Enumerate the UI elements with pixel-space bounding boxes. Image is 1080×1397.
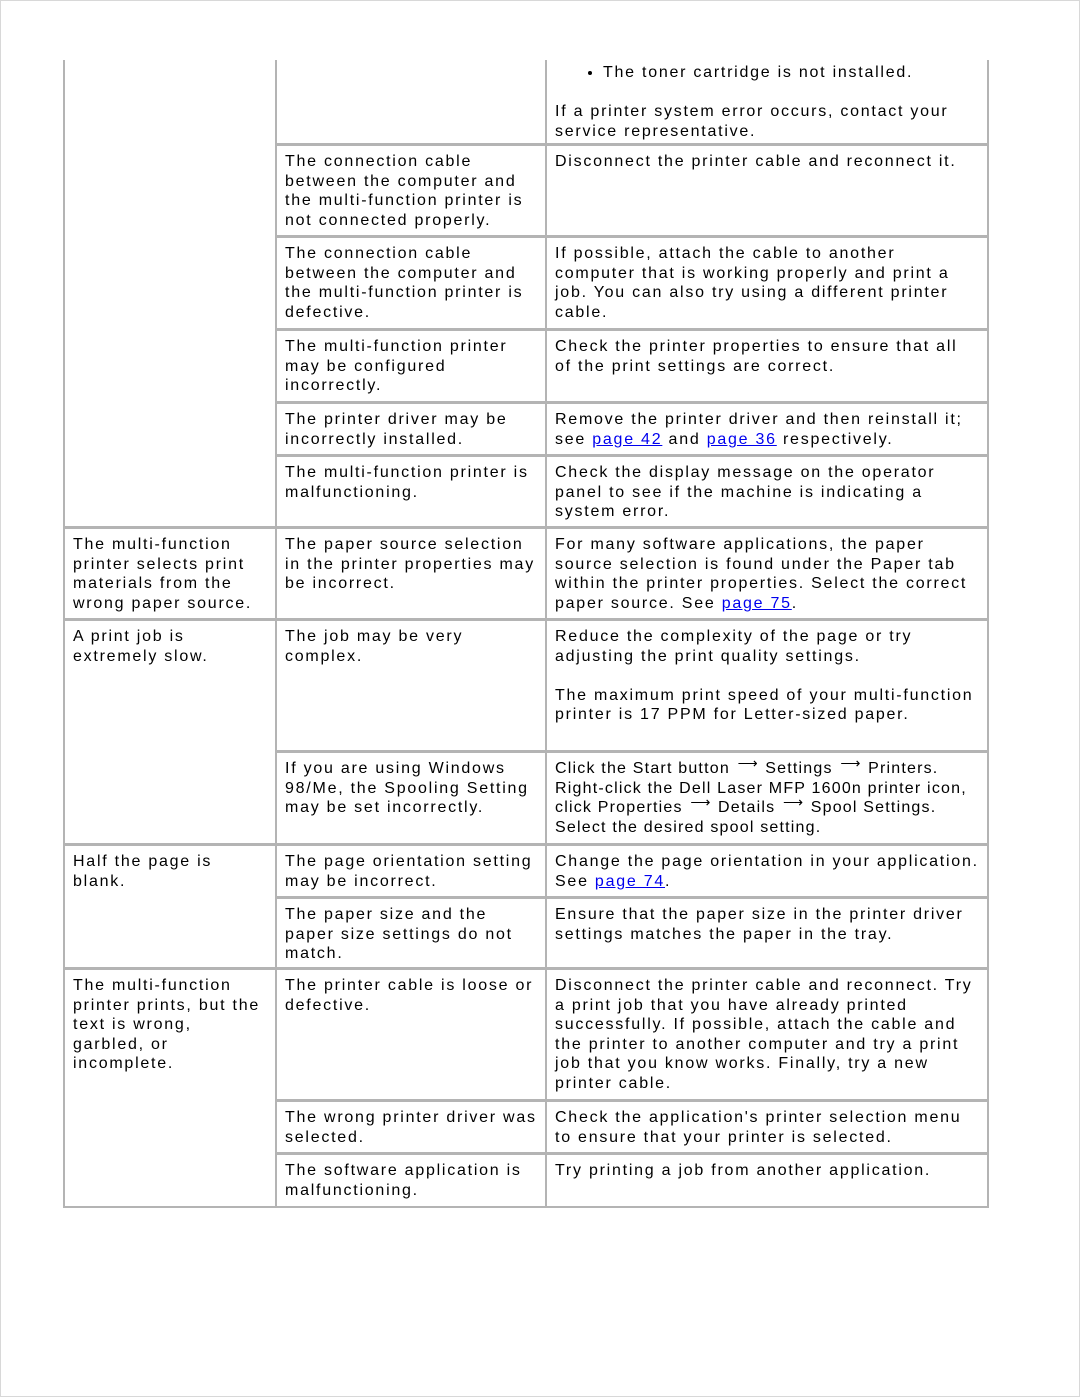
solution-cell: Click the Start button ⟶ Settings ⟶ Prin… <box>545 751 989 845</box>
cell-text: The printer cable is loose or defective. <box>285 977 534 1014</box>
cause-cell: The wrong printer driver was selected. <box>275 1100 547 1154</box>
cell-text: If you are using Windows 98/Me, the Spoo… <box>285 760 529 817</box>
cause-cell: If you are using Windows 98/Me, the Spoo… <box>275 751 547 845</box>
cell-text: For many software applications, the pape… <box>555 536 968 612</box>
cell-text: Check the printer properties to ensure t… <box>555 338 958 375</box>
solution-cell: Ensure that the paper size in the printe… <box>545 897 989 969</box>
cell-text: The job may be very complex. <box>285 628 464 665</box>
cell-text: The paper size and the paper size settin… <box>285 906 513 963</box>
right-arrow-icon: ⟶ <box>737 755 758 771</box>
cell-text: Reduce the complexity of the page or try… <box>555 628 913 665</box>
solution-cell: Check the display message on the operato… <box>545 455 989 528</box>
cell-text: The multi-function printer may be config… <box>285 338 508 395</box>
cause-cell: The software application is malfunctioni… <box>275 1153 547 1208</box>
cell-text: Try printing a job from another applicat… <box>555 1162 932 1179</box>
problem-cell <box>63 60 277 528</box>
problem-cell: The multi-function printer prints, but t… <box>63 968 277 1208</box>
problem-cell: Half the page is blank. <box>63 844 277 969</box>
cell-text: The connection cable between the compute… <box>285 245 524 321</box>
page-link[interactable]: page 36 <box>707 431 777 448</box>
cell-text: Half the page is blank. <box>73 853 213 890</box>
problem-cell: A print job is extremely slow. <box>63 619 277 845</box>
cause-cell: The connection cable between the compute… <box>275 236 547 330</box>
right-arrow-icon: ⟶ <box>783 794 804 811</box>
cell-text: Change the page orientation in your appl… <box>555 853 979 890</box>
cause-cell: The printer driver may be incorrectly in… <box>275 402 547 456</box>
solution-cell: Reduce the complexity of the page or try… <box>545 619 989 752</box>
cell-text: The software application is malfunctioni… <box>285 1162 522 1199</box>
cell-text: Disconnect the printer cable and reconne… <box>555 977 973 1092</box>
cause-cell: The paper size and the paper size settin… <box>275 897 547 969</box>
solution-cell: Check the application's printer selectio… <box>545 1100 989 1154</box>
cell-text: The multi-function printer selects print… <box>73 536 253 612</box>
solution-cell: For many software applications, the pape… <box>545 527 989 620</box>
solution-cell: Disconnect the printer cable and reconne… <box>545 144 989 237</box>
cause-cell <box>275 60 547 145</box>
cell-text: A print job is extremely slow. <box>73 628 209 665</box>
cell-text: The maximum print speed of your multi-fu… <box>555 686 974 724</box>
cell-text: The multi-function printer prints, but t… <box>73 977 260 1073</box>
solution-cell: If possible, attach the cable to another… <box>545 236 989 330</box>
cell-text: If a printer system error occurs, contac… <box>555 103 949 140</box>
cell-text: The connection cable between the compute… <box>285 153 524 229</box>
page-link[interactable]: page 74 <box>595 873 665 890</box>
cell-text: The printer driver may be incorrectly in… <box>285 411 508 448</box>
problem-cell: The multi-function printer selects print… <box>63 527 277 620</box>
cause-cell: The connection cable between the compute… <box>275 144 547 237</box>
page-link[interactable]: page 75 <box>722 595 792 612</box>
solution-cell: Change the page orientation in your appl… <box>545 844 989 898</box>
cause-cell: The page orientation setting may be inco… <box>275 844 547 898</box>
cell-text: Remove the printer driver and then reins… <box>555 411 963 448</box>
cell-text: The paper source selection in the printe… <box>285 536 535 593</box>
bullet-list: The toner cartridge is not installed. <box>555 63 980 83</box>
solution-cell: The toner cartridge is not installed. If … <box>545 60 989 145</box>
cell-text: Ensure that the paper size in the printe… <box>555 906 964 943</box>
cause-cell: The job may be very complex. <box>275 619 547 752</box>
solution-cell: Try printing a job from another applicat… <box>545 1153 989 1208</box>
cause-cell: The multi-function printer may be config… <box>275 329 547 403</box>
cell-text: The wrong printer driver was selected. <box>285 1109 537 1146</box>
cell-text: Check the application's printer selectio… <box>555 1109 962 1146</box>
cell-text: Check the display message on the operato… <box>555 464 936 521</box>
page-link[interactable]: page 42 <box>592 431 662 448</box>
cell-text: If possible, attach the cable to another… <box>555 245 950 321</box>
bullet-item: The toner cartridge is not installed. <box>603 63 980 83</box>
cell-text: The multi-function printer is malfunctio… <box>285 464 529 501</box>
solution-cell: Disconnect the printer cable and reconne… <box>545 968 989 1101</box>
cell-text: Disconnect the printer cable and reconne… <box>555 153 957 170</box>
cause-cell: The printer cable is loose or defective. <box>275 968 547 1101</box>
right-arrow-icon: ⟶ <box>840 755 861 771</box>
cell-text: The page orientation setting may be inco… <box>285 853 533 890</box>
right-arrow-icon: ⟶ <box>690 794 711 811</box>
solution-cell: Remove the printer driver and then reins… <box>545 402 989 456</box>
cell-text: Click the Start button ⟶ Settings ⟶ Prin… <box>555 755 967 836</box>
cause-cell: The paper source selection in the printe… <box>275 527 547 620</box>
cause-cell: The multi-function printer is malfunctio… <box>275 455 547 528</box>
solution-cell: Check the printer properties to ensure t… <box>545 329 989 403</box>
